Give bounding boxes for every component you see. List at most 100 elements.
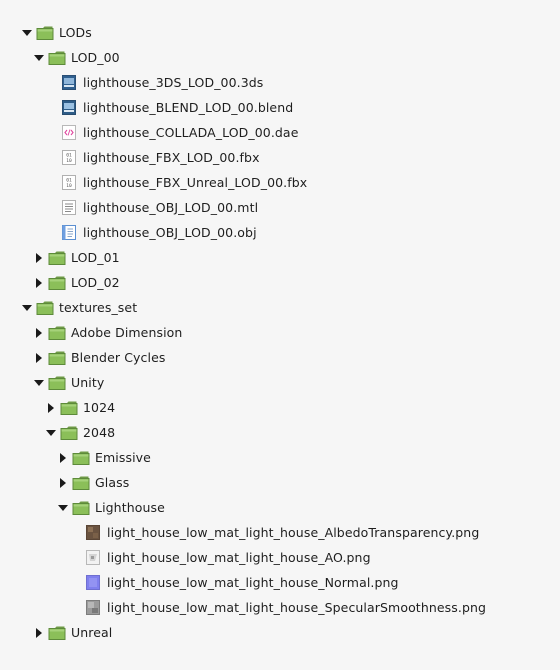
folder-name: Unreal (71, 625, 113, 640)
tree-file-lighthouse-obj-lod-00-obj[interactable]: lighthouse_OBJ_LOD_00.obj (0, 220, 257, 245)
file-name: lighthouse_OBJ_LOD_00.mtl (83, 200, 259, 215)
folder-icon (36, 300, 54, 316)
svg-text:10: 10 (66, 183, 72, 189)
folder-name: 2048 (83, 425, 116, 440)
collapse-arrow-icon[interactable] (21, 302, 33, 314)
tree-file-lighthouse-fbx-unreal-lod-00-fbx[interactable]: 01 10 lighthouse_FBX_Unreal_LOD_00.fbx (0, 170, 307, 195)
expand-arrow-icon[interactable] (33, 252, 45, 264)
collapse-arrow-icon[interactable] (21, 27, 33, 39)
obj-file-icon (60, 225, 78, 241)
tree-folder-emissive[interactable]: Emissive (0, 445, 151, 470)
folder-icon (48, 50, 66, 66)
folder-icon (36, 25, 54, 41)
file-tree: LODs LOD_00 lighthouse_3DS_LOD_00.3dslight… (0, 0, 560, 670)
svg-text:10: 10 (66, 158, 72, 164)
folder-icon (48, 275, 66, 291)
folder-icon (48, 350, 66, 366)
tree-file-lighthouse-collada-lod-00-dae[interactable]: lighthouse_COLLADA_LOD_00.dae (0, 120, 299, 145)
folder-name: Adobe Dimension (71, 325, 183, 340)
file-name: lighthouse_BLEND_LOD_00.blend (83, 100, 294, 115)
folder-name: Glass (95, 475, 130, 490)
tree-file-lighthouse-fbx-lod-00-fbx[interactable]: 01 10 lighthouse_FBX_LOD_00.fbx (0, 145, 260, 170)
folder-name: Emissive (95, 450, 151, 465)
folder-name: Lighthouse (95, 500, 165, 515)
svg-text:01: 01 (66, 153, 72, 159)
binary-file-icon: 01 10 (60, 150, 78, 166)
folder-icon (60, 400, 78, 416)
tree-folder-2048[interactable]: 2048 (0, 420, 115, 445)
file-name: lighthouse_COLLADA_LOD_00.dae (83, 125, 299, 140)
tree-folder-lods[interactable]: LODs (0, 20, 92, 45)
tree-folder-glass[interactable]: Glass (0, 470, 129, 495)
tree-folder-unity[interactable]: Unity (0, 370, 104, 395)
collapse-arrow-icon[interactable] (33, 377, 45, 389)
expand-arrow-icon[interactable] (33, 627, 45, 639)
tree-folder-lod-02[interactable]: LOD_02 (0, 270, 120, 295)
tree-file-light-house-low-mat-light-house-albedotransparency-png[interactable]: light_house_low_mat_light_house_AlbedoTr… (0, 520, 479, 545)
expand-arrow-icon[interactable] (33, 277, 45, 289)
folder-name: LOD_00 (71, 50, 120, 65)
folder-icon (48, 325, 66, 341)
folder-icon (60, 425, 78, 441)
collapse-arrow-icon[interactable] (33, 52, 45, 64)
file-name: lighthouse_FBX_LOD_00.fbx (83, 150, 260, 165)
tree-folder-1024[interactable]: 1024 (0, 395, 115, 420)
specular-texture-icon (84, 600, 102, 616)
tree-file-light-house-low-mat-light-house-specularsmoothness-png[interactable]: light_house_low_mat_light_house_Specular… (0, 595, 486, 620)
file-name: lighthouse_OBJ_LOD_00.obj (83, 225, 257, 240)
tree-folder-lighthouse[interactable]: Lighthouse (0, 495, 165, 520)
tree-folder-adobe-dimension[interactable]: Adobe Dimension (0, 320, 182, 345)
collapse-arrow-icon[interactable] (45, 427, 57, 439)
expand-arrow-icon[interactable] (57, 477, 69, 489)
folder-icon (48, 250, 66, 266)
binary-file-icon: 01 10 (60, 175, 78, 191)
folder-name: textures_set (59, 300, 138, 315)
folder-icon (72, 475, 90, 491)
normal-texture-icon (84, 575, 102, 591)
folder-name: LOD_02 (71, 275, 120, 290)
tree-folder-lod-01[interactable]: LOD_01 (0, 245, 120, 270)
file-name: light_house_low_mat_light_house_Specular… (107, 600, 487, 615)
tree-file-lighthouse-obj-lod-00-mtl[interactable]: lighthouse_OBJ_LOD_00.mtl (0, 195, 258, 220)
folder-name: LODs (59, 25, 92, 40)
ao-texture-icon (84, 550, 102, 566)
folder-icon (48, 375, 66, 391)
tree-folder-blender-cycles[interactable]: Blender Cycles (0, 345, 165, 370)
file-name: light_house_low_mat_light_house_Normal.p… (107, 575, 399, 590)
folder-name: Blender Cycles (71, 350, 166, 365)
3ds-file-icon (60, 75, 78, 91)
tree-file-lighthouse-blend-lod-00-blend[interactable]: lighthouse_BLEND_LOD_00.blend (0, 95, 293, 120)
expand-arrow-icon[interactable] (33, 327, 45, 339)
folder-icon (72, 450, 90, 466)
expand-arrow-icon[interactable] (57, 452, 69, 464)
albedo-texture-icon (84, 525, 102, 541)
folder-name: 1024 (83, 400, 116, 415)
tree-file-light-house-low-mat-light-house-ao-png[interactable]: light_house_low_mat_light_house_AO.png (0, 545, 371, 570)
text-file-icon (60, 200, 78, 216)
folder-name: Unity (71, 375, 105, 390)
collapse-arrow-icon[interactable] (57, 502, 69, 514)
folder-icon (72, 500, 90, 516)
tree-folder-unreal[interactable]: Unreal (0, 620, 112, 645)
tree-file-light-house-low-mat-light-house-normal-png[interactable]: light_house_low_mat_light_house_Normal.p… (0, 570, 399, 595)
xml-code-file-icon (60, 125, 78, 141)
tree-file-lighthouse-3ds-lod-00-3ds[interactable]: lighthouse_3DS_LOD_00.3ds (0, 70, 263, 95)
expand-arrow-icon[interactable] (45, 402, 57, 414)
blend-file-icon (60, 100, 78, 116)
tree-folder-textures-set[interactable]: textures_set (0, 295, 137, 320)
tree-folder-lod-00[interactable]: LOD_00 (0, 45, 120, 70)
folder-icon (48, 625, 66, 641)
expand-arrow-icon[interactable] (33, 352, 45, 364)
file-name: lighthouse_FBX_Unreal_LOD_00.fbx (83, 175, 308, 190)
file-name: lighthouse_3DS_LOD_00.3ds (83, 75, 264, 90)
